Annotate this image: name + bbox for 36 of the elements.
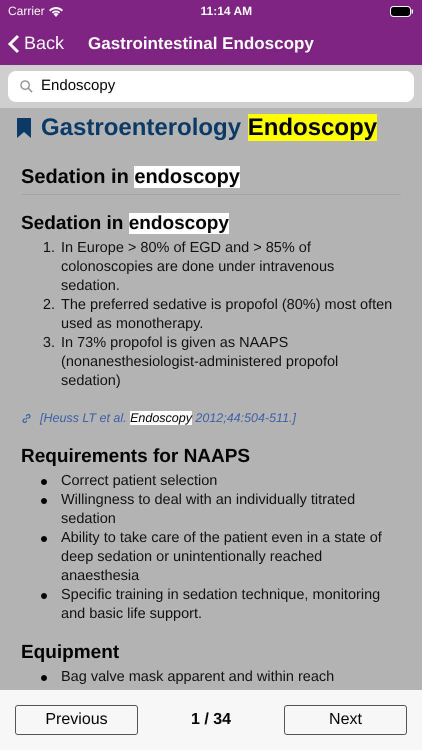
search-icon [20, 80, 33, 93]
bullet-icon [41, 592, 47, 599]
search-field[interactable]: Endoscopy [8, 71, 414, 102]
list-item-text: Correct patient selection [61, 472, 218, 491]
list-item-text: The preferred sedative is propofol (80%) most often used as monotherapy. [61, 296, 394, 334]
wifi-icon [48, 6, 63, 16]
list-item-text: Willingness to deal with an individually titrated sedation [61, 490, 356, 529]
bullet-icon [41, 674, 47, 681]
bullet-icon [41, 498, 47, 504]
list-item-text: Bag valve mask apparent and within reach [61, 668, 336, 687]
chapter-heading: Sedation in endoscopy [21, 165, 240, 190]
bookmark-icon [17, 118, 31, 138]
list-number: 3. [42, 334, 56, 353]
section-heading: Equipment [21, 640, 120, 665]
page-counter: 1 / 34 [190, 710, 232, 730]
bullet-icon [41, 478, 47, 485]
next-button[interactable]: Next [284, 705, 407, 735]
previous-button[interactable]: Previous [15, 705, 138, 735]
list-item-text: In 73% propofol is given as NAAPS (nonanesthesiologist-administered propofol sedation) [61, 334, 340, 391]
bullet-icon [41, 536, 47, 542]
article-title: Gastroenterology Endoscopy [41, 113, 378, 143]
list-item-text: In Europe > 80% of EGD and > 85% of colonoscopies are done under intravenous sedation. [61, 239, 336, 296]
section-heading: Sedation in endoscopy [21, 212, 229, 236]
battery-icon [390, 6, 414, 16]
chevron-left-icon [8, 34, 20, 54]
list-item-text: Ability to take care of the patient even in a state of deep sedation or unintentionally reached anaesthesia [61, 528, 383, 586]
back-button[interactable]: Back [8, 30, 64, 57]
list-number: 1. [42, 239, 56, 258]
link-icon [21, 412, 32, 424]
carrier-label: Carrier [8, 3, 45, 20]
citation-link[interactable]: [Heuss LT et al. Endoscopy 2012;44:504-511.] [40, 409, 296, 428]
status-time: 11:14 AM [200, 3, 252, 20]
section-heading: Requirements for NAAPS [21, 444, 250, 469]
list-number: 2. [42, 296, 56, 315]
list-item-text: Specific training in sedation technique, monitoring and basic life support. [61, 586, 382, 624]
page-title: Gastrointestinal Endoscopy [88, 32, 314, 55]
